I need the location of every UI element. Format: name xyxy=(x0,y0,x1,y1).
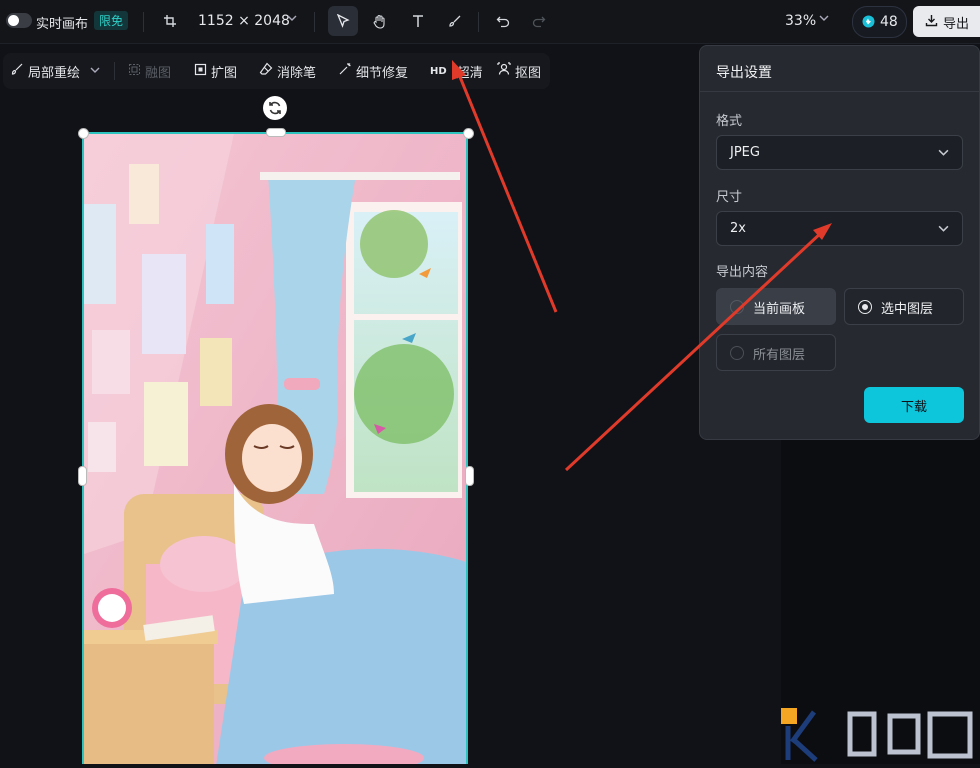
annotation-arrow-upscale xyxy=(456,71,558,313)
annotation-arrows xyxy=(452,60,832,472)
annotation-arrow-size xyxy=(564,230,824,472)
watermark-logo xyxy=(780,706,980,764)
